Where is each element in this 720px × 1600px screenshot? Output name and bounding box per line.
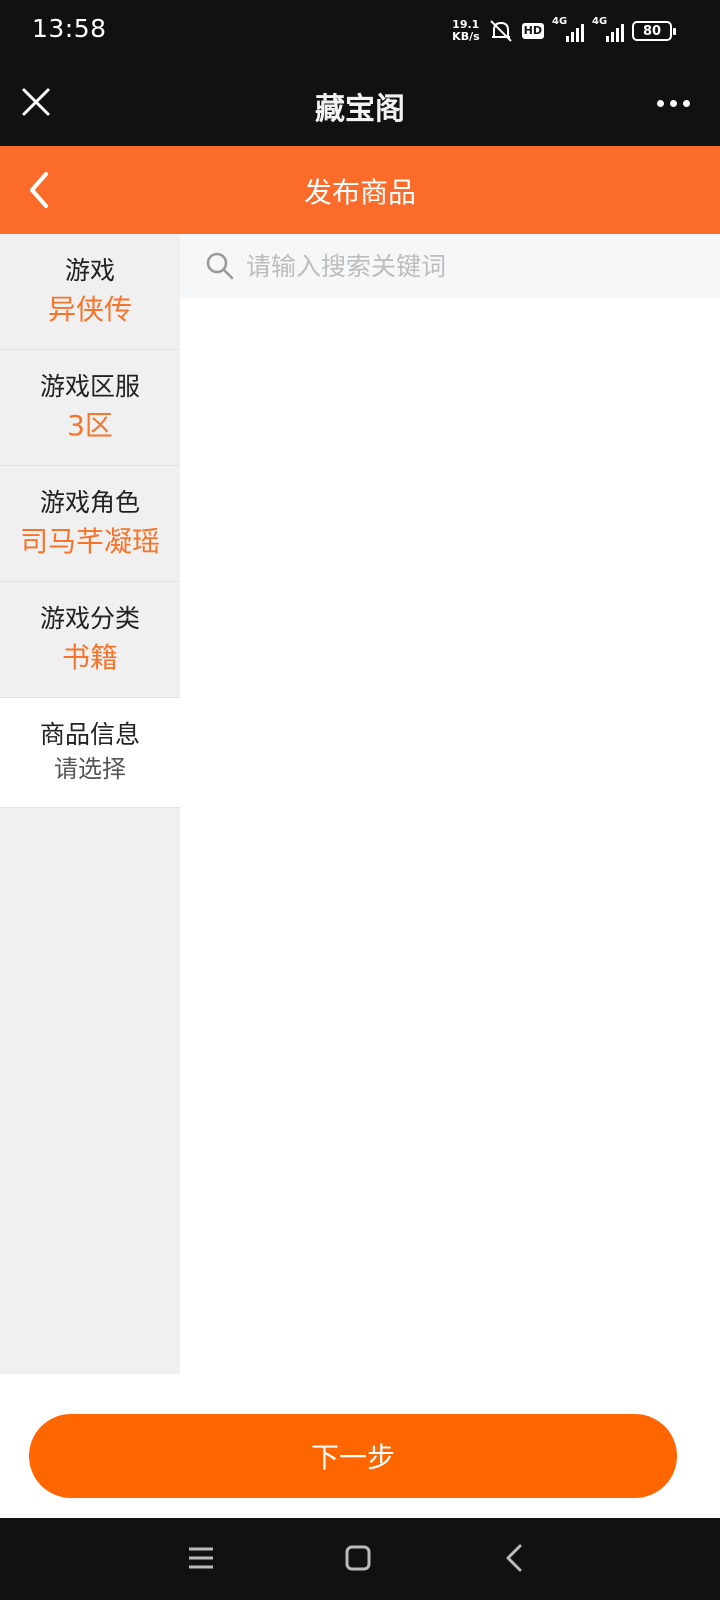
more-icon[interactable]	[657, 100, 690, 107]
sidebar-item-value: 司马芊凝瑶	[19, 525, 160, 558]
back-icon[interactable]	[495, 1538, 535, 1578]
sidebar-item-category[interactable]: 游戏分类 书籍	[0, 582, 180, 698]
menu-icon[interactable]	[181, 1538, 221, 1578]
signal-icon-2: 4G	[592, 16, 624, 42]
app-title: 藏宝阁	[315, 92, 405, 127]
sidebar-item-server[interactable]: 游戏区服 3区	[0, 350, 180, 466]
network-type-1: 4G	[552, 16, 568, 27]
sidebar-item-label: 游戏角色	[39, 488, 140, 517]
sidebar-item-product-info[interactable]: 商品信息 请选择	[0, 698, 180, 808]
sidebar-item-game[interactable]: 游戏 异侠传	[0, 234, 180, 350]
sidebar-item-value: 3区	[67, 409, 113, 442]
search-box[interactable]	[180, 234, 720, 298]
hd-badge: HD	[521, 23, 544, 39]
sidebar-item-label: 游戏	[64, 256, 115, 285]
sidebar-item-label: 游戏区服	[39, 372, 140, 401]
net-speed-unit: KB/s	[452, 30, 480, 43]
status-icons: 19.1 KB/s HD 4G 4G 80	[452, 16, 676, 46]
sidebar-item-value: 请选择	[54, 755, 126, 783]
sidebar-item-value: 书籍	[61, 641, 118, 674]
nav-bar: 发布商品	[0, 146, 720, 234]
next-button[interactable]: 下一步	[29, 1414, 677, 1498]
app-header: 藏宝阁	[0, 62, 720, 146]
battery-icon: 80	[632, 21, 676, 41]
search-input[interactable]	[246, 251, 686, 281]
home-icon[interactable]	[338, 1538, 378, 1578]
sidebar: 游戏 异侠传 游戏区服 3区 游戏角色 司马芊凝瑶 游戏分类 书籍 商品信息 请…	[0, 234, 180, 1374]
battery-level: 80	[642, 23, 662, 39]
status-bar: 13:58 19.1 KB/s HD 4G 4G 80	[0, 0, 720, 62]
network-type-2: 4G	[592, 16, 608, 27]
bell-muted-icon	[489, 20, 512, 42]
system-nav-bar	[0, 1518, 720, 1600]
signal-icon: 4G	[552, 16, 584, 42]
status-time: 13:58	[32, 14, 107, 43]
page-title: 发布商品	[303, 176, 416, 209]
sidebar-item-label: 游戏分类	[39, 604, 140, 633]
net-speed: 19.1 KB/s	[452, 19, 479, 43]
sidebar-item-value: 异侠传	[47, 293, 132, 326]
sidebar-item-label: 商品信息	[39, 720, 140, 749]
search-icon	[206, 252, 234, 280]
sidebar-item-role[interactable]: 游戏角色 司马芊凝瑶	[0, 466, 180, 582]
